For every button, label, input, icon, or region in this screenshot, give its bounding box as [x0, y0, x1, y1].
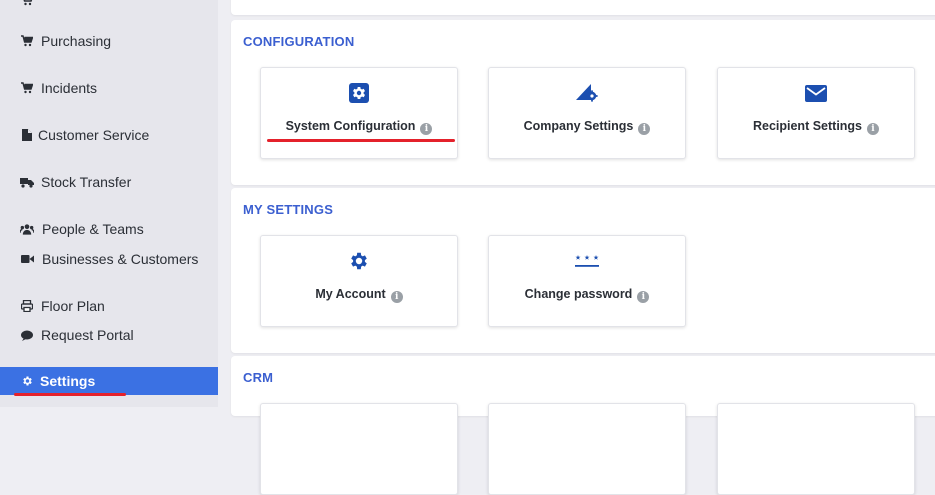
cart-icon — [20, 34, 34, 48]
sidebar-item-label: Businesses & Customers — [42, 251, 199, 267]
sidebar: Purchasing Incidents Customer Service St… — [0, 0, 218, 407]
info-icon[interactable]: i — [390, 291, 403, 303]
sidebar-item-stock-transfer[interactable]: Stock Transfer — [0, 168, 218, 196]
document-icon — [20, 128, 34, 142]
card-label-text: My Account — [315, 287, 386, 301]
card-label-text: Company Settings — [523, 119, 634, 133]
info-icon[interactable]: i — [420, 123, 433, 135]
crm-card[interactable] — [717, 403, 915, 495]
crm-section: CRM — [231, 356, 935, 495]
sidebar-item-customer-service[interactable]: Customer Service — [0, 121, 218, 149]
cart-icon — [20, 0, 34, 7]
sidebar-item-label: Floor Plan — [41, 298, 105, 314]
sidebar-item-label: Settings — [40, 373, 96, 389]
section-title: MY SETTINGS — [243, 202, 334, 217]
video-icon — [20, 252, 34, 266]
sidebar-item-label: Customer Service — [38, 127, 150, 143]
section-title: CONFIGURATION — [243, 34, 355, 49]
sidebar-item-request-portal[interactable]: Request Portal — [0, 321, 218, 349]
sidebar-item-label: People & Teams — [42, 221, 144, 237]
previous-section-panel — [231, 0, 935, 15]
card-label: My Account i — [261, 287, 457, 303]
sidebar-item-partial-bottom[interactable] — [0, 398, 218, 407]
sidebar-item-incidents[interactable]: Incidents — [0, 74, 218, 102]
sidebar-item-settings[interactable]: Settings — [0, 367, 218, 395]
sidebar-item-purchasing[interactable]: Purchasing — [0, 27, 218, 55]
company-settings-card[interactable]: Company Settings i — [488, 67, 686, 159]
recipient-settings-card[interactable]: Recipient Settings i — [717, 67, 915, 159]
card-label: Change password i — [489, 287, 685, 303]
info-icon[interactable]: i — [637, 291, 650, 303]
system-configuration-highlight-underline — [267, 139, 455, 142]
gear-square-icon — [261, 82, 457, 104]
sidebar-item-label: Stock Transfer — [41, 174, 132, 190]
card-label-text: Change password — [524, 287, 633, 301]
printer-icon — [20, 299, 34, 313]
users-icon — [20, 222, 34, 236]
change-password-card[interactable]: Change password i — [488, 235, 686, 327]
my-account-card[interactable]: My Account i — [260, 235, 458, 327]
sidebar-item-label: Incidents — [41, 80, 98, 96]
gear-icon — [20, 374, 34, 388]
password-icon — [489, 250, 685, 272]
info-icon[interactable]: i — [638, 123, 651, 135]
crm-card[interactable] — [488, 403, 686, 495]
main-content: CONFIGURATION System Configuration i Comp… — [218, 0, 935, 495]
envelope-icon — [718, 82, 914, 104]
chat-icon — [20, 328, 34, 342]
card-label-text: System Configuration — [285, 119, 416, 133]
company-settings-icon — [489, 82, 685, 104]
configuration-section: CONFIGURATION System Configuration i Comp… — [231, 20, 935, 185]
cart-icon — [20, 81, 34, 95]
sidebar-item-partial[interactable] — [0, 0, 218, 14]
sidebar-item-people-teams[interactable]: People & Teams — [0, 215, 218, 243]
sidebar-item-label: Purchasing — [41, 33, 112, 49]
card-label: System Configuration i — [261, 119, 457, 135]
card-label: Recipient Settings i — [718, 119, 914, 135]
card-label: Company Settings i — [489, 119, 685, 135]
section-title: CRM — [243, 370, 274, 385]
sidebar-item-floor-plan[interactable]: Floor Plan — [0, 292, 218, 320]
sidebar-item-label: Request Portal — [41, 327, 134, 343]
sidebar-item-businesses-customers[interactable]: Businesses & Customers — [0, 245, 218, 273]
my-settings-section: MY SETTINGS My Account i Change password i — [231, 188, 935, 353]
truck-icon — [20, 175, 34, 189]
system-configuration-card[interactable]: System Configuration i — [260, 67, 458, 159]
settings-highlight-underline — [14, 393, 126, 396]
crm-card[interactable] — [260, 403, 458, 495]
card-label-text: Recipient Settings — [752, 119, 863, 133]
info-icon[interactable]: i — [867, 123, 880, 135]
gear-icon — [261, 250, 457, 272]
